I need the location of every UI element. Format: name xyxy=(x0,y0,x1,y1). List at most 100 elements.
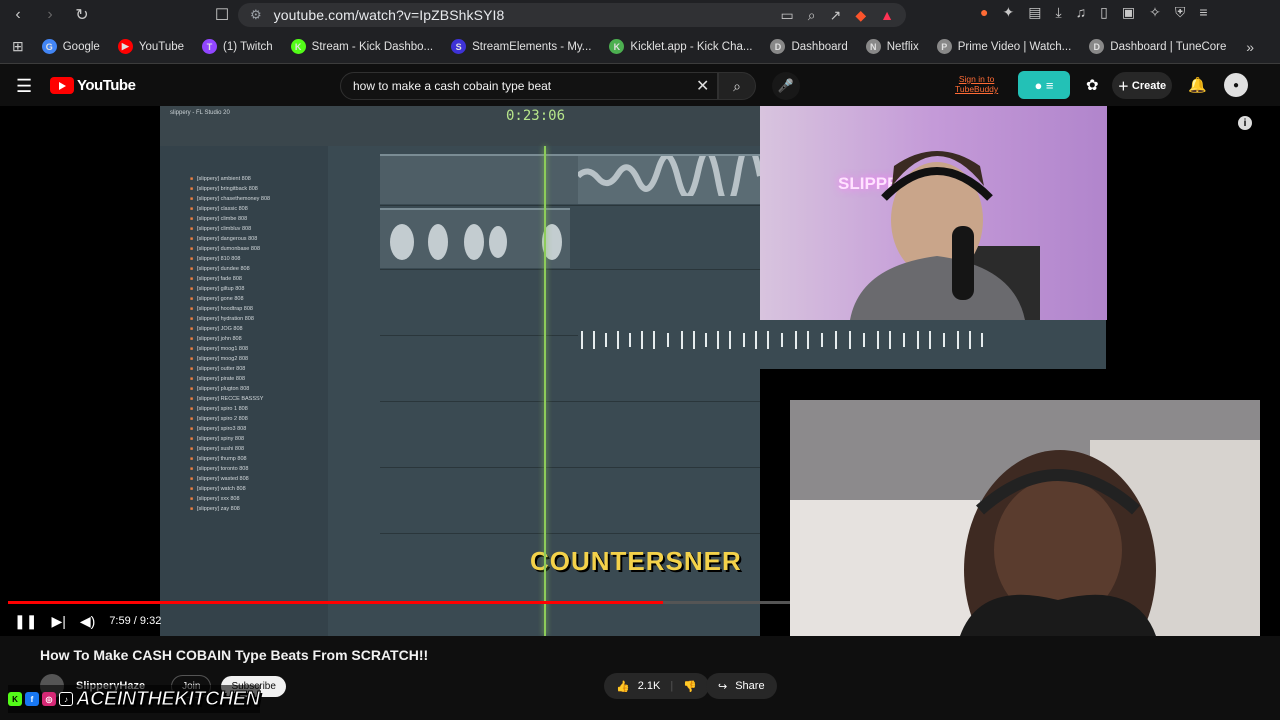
mic-icon: 🎤 xyxy=(777,78,795,93)
daw-toolbar: slippery - FL Studio 20 0:23:06 xyxy=(160,106,760,146)
daw-browser-item: [slippery] xxx 808 xyxy=(160,494,328,504)
daw-browser-item: [slippery] spiny 808 xyxy=(160,434,328,444)
wallet-icon[interactable]: ▣ xyxy=(1122,4,1135,21)
leo-icon[interactable]: ✧ xyxy=(1149,4,1161,21)
video-title: How To Make CASH COBAIN Type Beats From … xyxy=(40,647,429,663)
music-icon[interactable]: ♫ xyxy=(1076,4,1087,21)
video-details: How To Make CASH COBAIN Type Beats From … xyxy=(0,636,1280,720)
daw-browser-item: [slippery] hoodtrap 808 xyxy=(160,304,328,314)
producer-figure xyxy=(850,151,1040,320)
reader-icon[interactable]: ▤ xyxy=(1028,4,1041,21)
reactor-webcam xyxy=(790,400,1260,636)
bookmark-item[interactable]: K Stream - Kick Dashbo... xyxy=(290,39,433,54)
bookmark-favicon-icon: T xyxy=(202,39,218,54)
daw-browser-item: [slippery] dundee 808 xyxy=(160,264,328,274)
bookmark-item[interactable]: D Dashboard | TuneCore xyxy=(1089,39,1226,54)
bookmarks-bar: ⊞ G Google ▶ YouTube T (1) Twitch K Stream - Ki… xyxy=(0,30,1280,64)
bookmark-star-icon[interactable]: ☐ xyxy=(208,1,236,29)
daw-browser-item: [slippery] 810 808 xyxy=(160,254,328,264)
share-button[interactable]: ↪ Share xyxy=(706,673,777,699)
drum-clip xyxy=(380,208,570,268)
thumbs-up-icon: 👍 xyxy=(616,680,630,693)
video-progress-bar[interactable] xyxy=(8,601,790,604)
track-row xyxy=(380,141,763,209)
instagram-icon: ◎ xyxy=(42,692,56,706)
bookmark-item[interactable]: N Netflix xyxy=(865,39,919,54)
daw-browser-item: [slippery] moog1 808 xyxy=(160,344,328,354)
address-bar[interactable]: ⚙ youtube.com/watch?v=IpZBShkSYI8 ▭ ⌕ ↗ … xyxy=(238,3,906,27)
forward-icon[interactable]: › xyxy=(36,1,64,29)
search-input[interactable]: how to make a cash cobain type beat xyxy=(340,72,718,100)
back-icon[interactable]: ‹ xyxy=(4,1,32,29)
voice-search-button[interactable]: 🎤 xyxy=(772,72,800,100)
daw-browser-item: [slippery] fade 808 xyxy=(160,274,328,284)
zoom-icon[interactable]: ⌕ xyxy=(808,7,816,24)
streamer-banner: K f ◎ ♪ ACEINTHEKITCHEN xyxy=(8,685,261,713)
like-button[interactable]: 👍 2.1K | 👎 xyxy=(604,673,709,699)
daw-browser-item: [slippery] climbluv 808 xyxy=(160,224,328,234)
bookmark-item[interactable]: K Kicklet.app - Kick Cha... xyxy=(609,39,752,54)
video-player[interactable]: slippery - FL Studio 20 0:23:06 [slipper… xyxy=(0,106,1280,636)
tubebuddy-settings-icon[interactable]: ✿ xyxy=(1086,76,1099,94)
daw-browser-item: [slippery] dumonbase 808 xyxy=(160,244,328,254)
daw-playhead xyxy=(544,146,546,636)
reload-icon[interactable]: ↻ xyxy=(68,1,96,29)
extension-icon[interactable]: ● xyxy=(980,4,988,21)
daw-browser-item: [slippery] outter 808 xyxy=(160,364,328,374)
bookmark-item[interactable]: T (1) Twitch xyxy=(202,39,273,54)
time-display: 7:59 / 9:32 xyxy=(109,615,162,627)
pattern-clip xyxy=(380,154,580,204)
daw-browser-item: [slippery] ambient 808 xyxy=(160,174,328,184)
video-progress-fill xyxy=(8,601,664,604)
pause-icon[interactable]: ❚❚ xyxy=(14,613,37,630)
download-icon[interactable]: ⤓ xyxy=(1055,4,1061,21)
daw-browser-item: [slippery] spiro 2 808 xyxy=(160,414,328,424)
bookmark-favicon-icon: G xyxy=(41,39,57,54)
daw-browser-item: [slippery] hydration 808 xyxy=(160,314,328,324)
youtube-play-icon xyxy=(50,77,74,94)
daw-browser-item: [slippery] spiro3 808 xyxy=(160,424,328,434)
daw-browser-item: [slippery] bringitback 808 xyxy=(160,184,328,194)
search-button[interactable]: ⌕ xyxy=(718,72,756,100)
youtube-logo[interactable]: YouTube xyxy=(50,77,136,94)
daw-browser-item: [slippery] wasted 808 xyxy=(160,474,328,484)
daw-browser-item: [slippery] sushi 808 xyxy=(160,444,328,454)
thumbs-down-icon[interactable]: 👎 xyxy=(683,680,697,693)
fl-studio-screen: slippery - FL Studio 20 0:23:06 [slipper… xyxy=(160,106,763,636)
bookmark-item[interactable]: ▶ YouTube xyxy=(117,39,184,54)
notifications-bell-icon[interactable]: 🔔 xyxy=(1188,76,1207,94)
clear-search-icon[interactable]: ✕ xyxy=(696,76,709,96)
daw-browser-item: [slippery] toronto 808 xyxy=(160,464,328,474)
volume-icon[interactable]: ◀) xyxy=(80,613,95,630)
youtube-header: ☰ YouTube how to make a cash cobain type… xyxy=(0,64,1280,106)
bookmark-favicon-icon: D xyxy=(770,39,786,54)
site-info-icon[interactable]: ⚙ xyxy=(250,7,262,23)
producer-webcam: SLIPPE xyxy=(760,106,1107,320)
cast-icon[interactable]: ▭ xyxy=(781,7,794,24)
apps-icon[interactable]: ⊞ xyxy=(12,38,24,55)
bookmark-item[interactable]: G Google xyxy=(41,39,100,54)
bookmark-item[interactable]: P Prime Video | Watch... xyxy=(936,39,1071,54)
next-video-icon[interactable]: ▶| xyxy=(51,613,65,630)
share-icon[interactable]: ↗ xyxy=(830,7,842,24)
daw-browser-item: [slippery] john 808 xyxy=(160,334,328,344)
bookmark-favicon-icon: N xyxy=(865,39,881,54)
browser-menu-icon[interactable]: ≡ xyxy=(1199,4,1207,21)
account-avatar[interactable]: ● xyxy=(1224,73,1248,97)
create-button[interactable]: ＋ Create xyxy=(1112,72,1172,99)
bookmarks-more-icon[interactable]: » xyxy=(1246,39,1254,55)
tubebuddy-menu-button[interactable]: ● ≡ xyxy=(1018,71,1070,99)
brave-rewards-icon[interactable]: ▲ xyxy=(880,7,894,24)
bookmark-item[interactable]: S StreamElements - My... xyxy=(451,39,591,54)
brave-shield-icon[interactable]: ◆ xyxy=(855,7,866,24)
track-row xyxy=(380,470,760,534)
hamburger-menu-icon[interactable]: ☰ xyxy=(16,76,32,97)
sidebar-icon[interactable]: ▯ xyxy=(1100,4,1108,21)
tubebuddy-signin-link[interactable]: Sign in to TubeBuddy xyxy=(955,74,998,94)
puzzle-icon[interactable]: ✦ xyxy=(1002,4,1014,21)
vpn-icon[interactable]: ⛨ xyxy=(1175,4,1186,21)
bookmark-favicon-icon: ▶ xyxy=(117,39,133,54)
bookmark-item[interactable]: D Dashboard xyxy=(770,39,848,54)
player-controls: ❚❚ ▶| ◀) 7:59 / 9:32 xyxy=(0,606,790,636)
info-card-icon[interactable]: i xyxy=(1238,116,1252,130)
